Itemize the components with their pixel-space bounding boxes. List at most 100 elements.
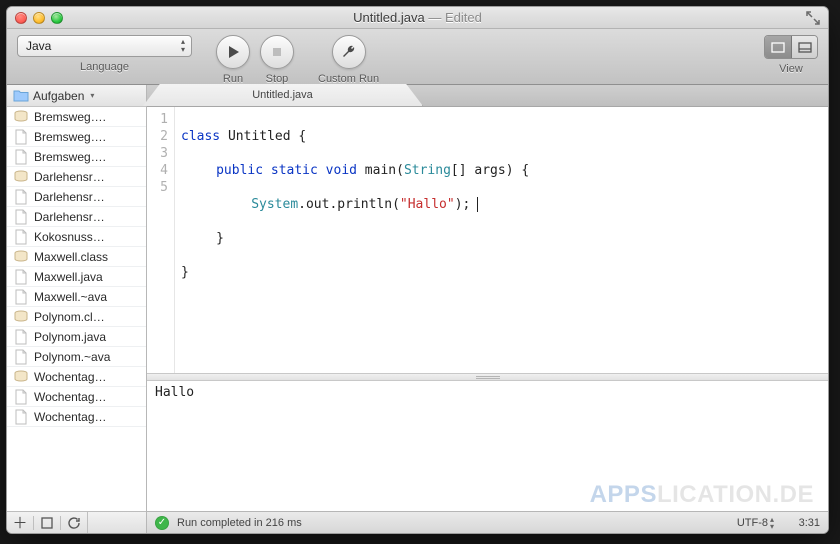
sidebar-toolbar: ＋ [7,511,146,533]
file-item-label: Maxwell.class [34,250,108,264]
source-file-icon [13,229,29,245]
output-console[interactable]: Hallo [147,381,828,511]
tab-label: Untitled.java [252,89,313,101]
file-item[interactable]: Bremsweg…. [7,127,146,147]
file-item-label: Bremsweg…. [34,130,106,144]
grip-icon [476,376,500,379]
file-item-label: Darlehensr… [34,190,105,204]
run-button[interactable] [216,35,250,69]
breadcrumb[interactable]: Aufgaben ▾ [7,85,146,107]
refresh-button[interactable] [61,512,87,533]
custom-run-button[interactable] [332,35,366,69]
wrench-icon [341,44,357,60]
folder-icon [13,89,29,102]
class-file-icon [13,309,29,325]
editor-column: Untitled.java 12345 class Untitled { pub… [147,85,828,533]
source-file-icon [13,129,29,145]
file-item-label: Polynom.~ava [34,350,110,364]
file-item[interactable]: Polynom.~ava [7,347,146,367]
source-file-icon [13,349,29,365]
stop-button[interactable] [260,35,294,69]
file-item-label: Bremsweg…. [34,110,106,124]
file-item-label: Wochentag… [34,370,107,384]
source-file-icon [13,389,29,405]
source-file-icon [13,189,29,205]
file-item-label: Maxwell.~ava [34,290,107,304]
code-editor[interactable]: 12345 class Untitled { public static voi… [147,107,828,373]
file-item-label: Wochentag… [34,410,107,424]
file-item[interactable]: Polynom.java [7,327,146,347]
file-item[interactable]: Bremsweg…. [7,107,146,127]
class-file-icon [13,369,29,385]
file-item[interactable]: Wochentag… [7,387,146,407]
add-button[interactable]: ＋ [7,512,33,533]
file-item[interactable]: Kokosnuss… [7,227,146,247]
status-message: Run completed in 216 ms [177,517,302,529]
class-file-icon [13,169,29,185]
class-file-icon [13,109,29,125]
source-file-icon [13,269,29,285]
view-split-icon[interactable] [791,36,817,58]
file-list[interactable]: Bremsweg…. Bremsweg…. Bremsweg…. Darlehensr… [7,107,146,511]
updown-icon: ▴▾ [181,38,185,54]
source-file-icon [13,329,29,345]
title-edited-suffix: — Edited [425,10,482,25]
status-bar: ✓ Run completed in 216 ms UTF-8 ▴▾ 3:31 [147,511,828,533]
toolbar: Java ▴▾ Language Run Stop [7,29,828,85]
file-item-label: Polynom.java [34,330,106,344]
stop-icon [269,44,285,60]
stop-label: Stop [266,73,289,85]
language-select[interactable]: Java ▴▾ [17,35,192,57]
editor-window: Untitled.java — Edited Java ▴▾ Language … [6,6,829,534]
encoding-value: UTF-8 [737,517,768,529]
file-item-label: Wochentag… [34,390,107,404]
line-number: 1 [147,111,168,128]
line-number: 4 [147,162,168,179]
file-item-label: Polynom.cl… [34,310,105,324]
new-window-button[interactable] [34,512,60,533]
source-file-icon [13,209,29,225]
file-item-label: Kokosnuss… [34,230,105,244]
custom-run-group: Custom Run [318,35,379,85]
file-item[interactable]: Wochentag… [7,407,146,427]
file-item[interactable]: Darlehensr… [7,207,146,227]
file-sidebar: Aufgaben ▾ Bremsweg….Bremsweg….Bremsweg…… [7,85,147,533]
file-item[interactable]: Maxwell.~ava [7,287,146,307]
caret-position: 3:31 [786,517,820,529]
tab-bar: Untitled.java [147,85,828,107]
file-item-label: Darlehensr… [34,170,105,184]
view-group: View [764,35,818,75]
language-group: Java ▴▾ Language [17,35,192,73]
fullscreen-icon[interactable] [806,11,820,25]
text-cursor [469,197,478,212]
file-item-label: Maxwell.java [34,270,103,284]
code-area[interactable]: class Untitled { public static void main… [175,107,828,373]
view-segmented-control[interactable] [764,35,818,59]
file-item[interactable]: Polynom.cl… [7,307,146,327]
success-icon: ✓ [155,516,169,530]
file-item[interactable]: Wochentag… [7,367,146,387]
encoding-select[interactable]: UTF-8 ▴▾ [733,516,778,530]
custom-run-label: Custom Run [318,73,379,85]
language-value: Java [26,39,51,53]
source-file-icon [13,149,29,165]
file-item[interactable]: Maxwell.java [7,267,146,287]
file-item-label: Darlehensr… [34,210,105,224]
language-label: Language [80,61,129,73]
title-filename: Untitled.java [353,10,425,25]
sidebar-resize-handle[interactable] [87,512,146,533]
chevron-down-icon: ▾ [90,91,94,100]
view-single-icon[interactable] [765,36,791,58]
pane-splitter[interactable] [147,373,828,381]
play-icon [225,44,241,60]
file-item[interactable]: Darlehensr… [7,187,146,207]
file-item[interactable]: Darlehensr… [7,167,146,187]
window-title: Untitled.java — Edited [7,10,828,25]
class-file-icon [13,249,29,265]
run-controls: Run Stop [216,35,294,85]
file-item[interactable]: Maxwell.class [7,247,146,267]
console-line: Hallo [155,385,820,400]
tab-file[interactable]: Untitled.java [143,84,423,106]
file-item[interactable]: Bremsweg…. [7,147,146,167]
content-area: Aufgaben ▾ Bremsweg….Bremsweg….Bremsweg…… [7,85,828,533]
